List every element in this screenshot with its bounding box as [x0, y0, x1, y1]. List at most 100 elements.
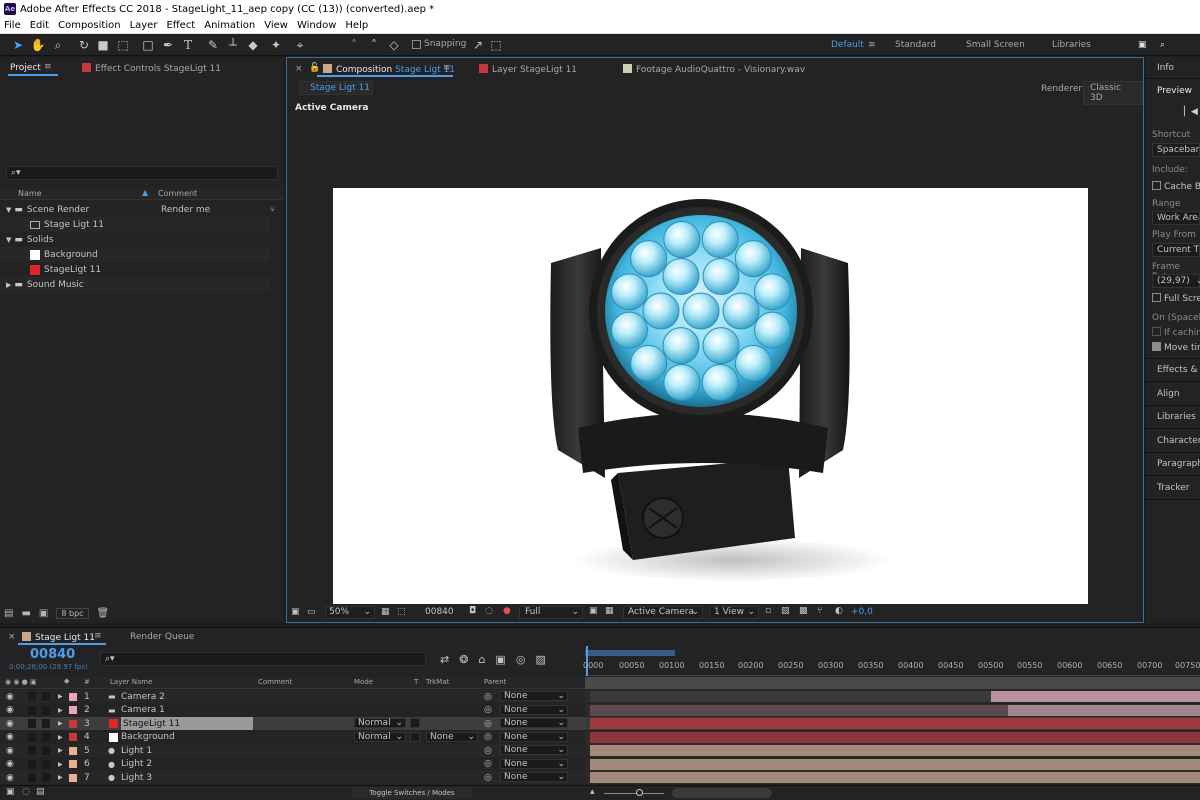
timeline-scrollbar[interactable] [672, 788, 772, 798]
timeline-layer-row[interactable]: ◉ ▶ 3 StageLigt 11 Normal ⌄ ◎ None ⌄ [0, 717, 585, 730]
column-t[interactable]: T [414, 678, 418, 686]
menu-window[interactable]: Window [297, 20, 336, 31]
view-axis-icon[interactable]: ◇ [386, 37, 402, 53]
layer-label-color[interactable] [69, 719, 77, 728]
expand-icon[interactable]: ▼ [6, 206, 11, 214]
toggle-pixel-aspect-icon[interactable]: ▫ [765, 606, 771, 616]
rotation-tool-icon[interactable]: ↻ [76, 37, 92, 53]
project-panel-menu-icon[interactable]: ≡ [44, 62, 52, 72]
video-visibility-icon[interactable]: ◉ [6, 771, 14, 784]
libraries-panel-header[interactable]: Libraries [1157, 412, 1196, 422]
label-column-icon[interactable]: ◆ [64, 677, 69, 685]
if-caching-toggle[interactable]: If caching [1152, 327, 1200, 338]
layer-label-color[interactable] [69, 746, 77, 755]
solo-switch[interactable] [28, 759, 36, 769]
cache-before-checkbox[interactable] [1152, 181, 1161, 190]
puppet-pin-tool-icon[interactable]: ⌖ [292, 37, 308, 53]
viewer-timecode[interactable]: 00840 [425, 607, 454, 617]
layer-name[interactable]: Background [121, 731, 175, 744]
snapping-checkbox[interactable] [412, 39, 421, 49]
composition-mini-flowchart-icon[interactable]: ⇄ [440, 653, 449, 666]
rectangle-tool-icon[interactable]: □ [140, 37, 156, 53]
solo-switch[interactable] [28, 719, 36, 728]
tab-project[interactable]: Project [10, 63, 41, 73]
tab-timeline-comp[interactable]: Stage Ligt 11 [22, 632, 95, 643]
in-out-icon[interactable]: ▤ [36, 787, 45, 797]
flowchart-icon[interactable]: ⑂ [817, 606, 822, 616]
layer-duration-bar[interactable] [590, 718, 1200, 729]
layer-switches-icon[interactable]: ▣ [6, 787, 15, 797]
frame-rate-select[interactable]: (29,97) ⌄ [1152, 274, 1200, 288]
graph-editor-icon[interactable]: ▨ [535, 653, 545, 666]
twirl-expand-icon[interactable]: ▶ [58, 758, 63, 771]
reset-exposure-icon[interactable]: ◐ [835, 606, 843, 616]
zoom-out-icon[interactable]: ▴ [590, 787, 595, 797]
parent-select[interactable]: None ⌄ [500, 772, 568, 782]
video-visibility-icon[interactable]: ◉ [6, 744, 14, 757]
zoom-slider-handle[interactable] [636, 789, 643, 796]
timeline-layer-row[interactable]: ◉ ▶ 6 ● Light 2 ◎ None ⌄ [0, 757, 585, 771]
search-help-icon[interactable]: ⌕ [1160, 40, 1165, 50]
blend-mode-select[interactable]: Normal ⌄ [354, 718, 406, 728]
clone-stamp-tool-icon[interactable]: ┴ [225, 37, 241, 53]
color-channels-icon[interactable]: ● [503, 606, 511, 616]
project-item[interactable]: StageLigt 11 [0, 262, 270, 277]
solo-switch[interactable] [28, 705, 36, 715]
timeline-layer-row[interactable]: ◉ ▶ 7 ● Light 3 ◎ None ⌄ [0, 771, 585, 784]
timeline-layer-row[interactable]: ◉ ▶ 4 Background Normal ⌄ None ⌄ ◎ None ⌄ [0, 730, 585, 744]
parent-pick-whip-icon[interactable]: ◎ [484, 704, 492, 717]
exposure-value[interactable]: +0,0 [851, 607, 873, 617]
snapping-toggle[interactable]: Snapping [412, 39, 466, 49]
paragraph-panel-header[interactable]: Paragraph [1157, 459, 1200, 469]
transparency-grid-icon[interactable]: ▦ [605, 606, 614, 616]
layer-label-color[interactable] [69, 706, 77, 714]
parent-pick-whip-icon[interactable]: ◎ [484, 717, 492, 730]
layer-name[interactable]: Camera 2 [121, 690, 165, 703]
menu-help[interactable]: Help [345, 20, 368, 31]
parent-pick-whip-icon[interactable]: ◎ [484, 771, 492, 784]
parent-select[interactable]: None ⌄ [500, 731, 568, 742]
magnification-select[interactable]: 50% ⌄ [325, 606, 375, 619]
menu-animation[interactable]: Animation [204, 20, 255, 31]
skip-to-start-icon[interactable]: ▏◀ [1184, 107, 1198, 117]
bit-depth-button[interactable]: 8 bpc [56, 608, 89, 619]
solo-switch[interactable] [28, 732, 36, 742]
column-comment[interactable]: Comment [258, 678, 292, 686]
twirl-expand-icon[interactable]: ▶ [58, 704, 63, 717]
play-from-select[interactable]: Current Tir [1152, 243, 1200, 257]
layer-label-color[interactable] [69, 692, 77, 701]
video-visibility-icon[interactable]: ◉ [6, 704, 14, 717]
local-axis-icon[interactable]: ˄ [346, 37, 362, 53]
shy-layers-icon[interactable]: ⌂ [478, 653, 485, 666]
parent-pick-whip-icon[interactable]: ◎ [484, 744, 492, 757]
mask-visibility-icon[interactable]: ⬚ [397, 607, 406, 617]
column-layer-name[interactable]: Layer Name [110, 678, 152, 686]
workspace-standard[interactable]: Standard [895, 40, 936, 50]
pan-behind-tool-icon[interactable]: ⬚ [115, 37, 131, 53]
roto-brush-tool-icon[interactable]: ✦ [268, 37, 284, 53]
lock-switch[interactable] [42, 705, 50, 715]
preserve-transparency-toggle[interactable] [410, 718, 420, 728]
transfer-controls-icon[interactable]: ◌ [22, 787, 30, 797]
layer-label-color[interactable] [69, 733, 77, 741]
cache-before-toggle[interactable]: Cache Be [1152, 181, 1200, 192]
solo-switch[interactable] [28, 692, 36, 701]
always-preview-icon[interactable]: ▣ [291, 607, 300, 617]
title-action-safe-icon[interactable]: ▦ [381, 607, 390, 617]
character-panel-header[interactable]: Character [1157, 436, 1200, 446]
project-item[interactable]: Stage Ligt 11 [0, 217, 270, 232]
layer-duration-bar[interactable] [590, 745, 1200, 756]
monitor-icon[interactable]: ▭ [307, 607, 316, 617]
frame-blending-icon[interactable]: ▣ [495, 653, 505, 666]
lock-switch[interactable] [42, 732, 50, 742]
work-area-bar[interactable] [585, 650, 675, 656]
twirl-expand-icon[interactable]: ▶ [58, 690, 63, 703]
range-select[interactable]: Work Area [1152, 211, 1200, 225]
timeline-layer-row[interactable]: ◉ ▶ 1 ▬ Camera 2 ◎ None ⌄ [0, 690, 585, 703]
tab-layer[interactable]: Layer StageLigt 11 [479, 64, 577, 75]
toggle-switches-modes-button[interactable]: Toggle Switches / Modes [352, 787, 472, 799]
renderer-button[interactable]: Classic 3D [1083, 81, 1143, 105]
info-panel-header[interactable]: Info [1157, 63, 1174, 73]
draft-3d-icon[interactable]: ❂ [459, 653, 468, 666]
timeline-layer-row[interactable]: ◉ ▶ 5 ● Light 1 ◎ None ⌄ [0, 744, 585, 757]
